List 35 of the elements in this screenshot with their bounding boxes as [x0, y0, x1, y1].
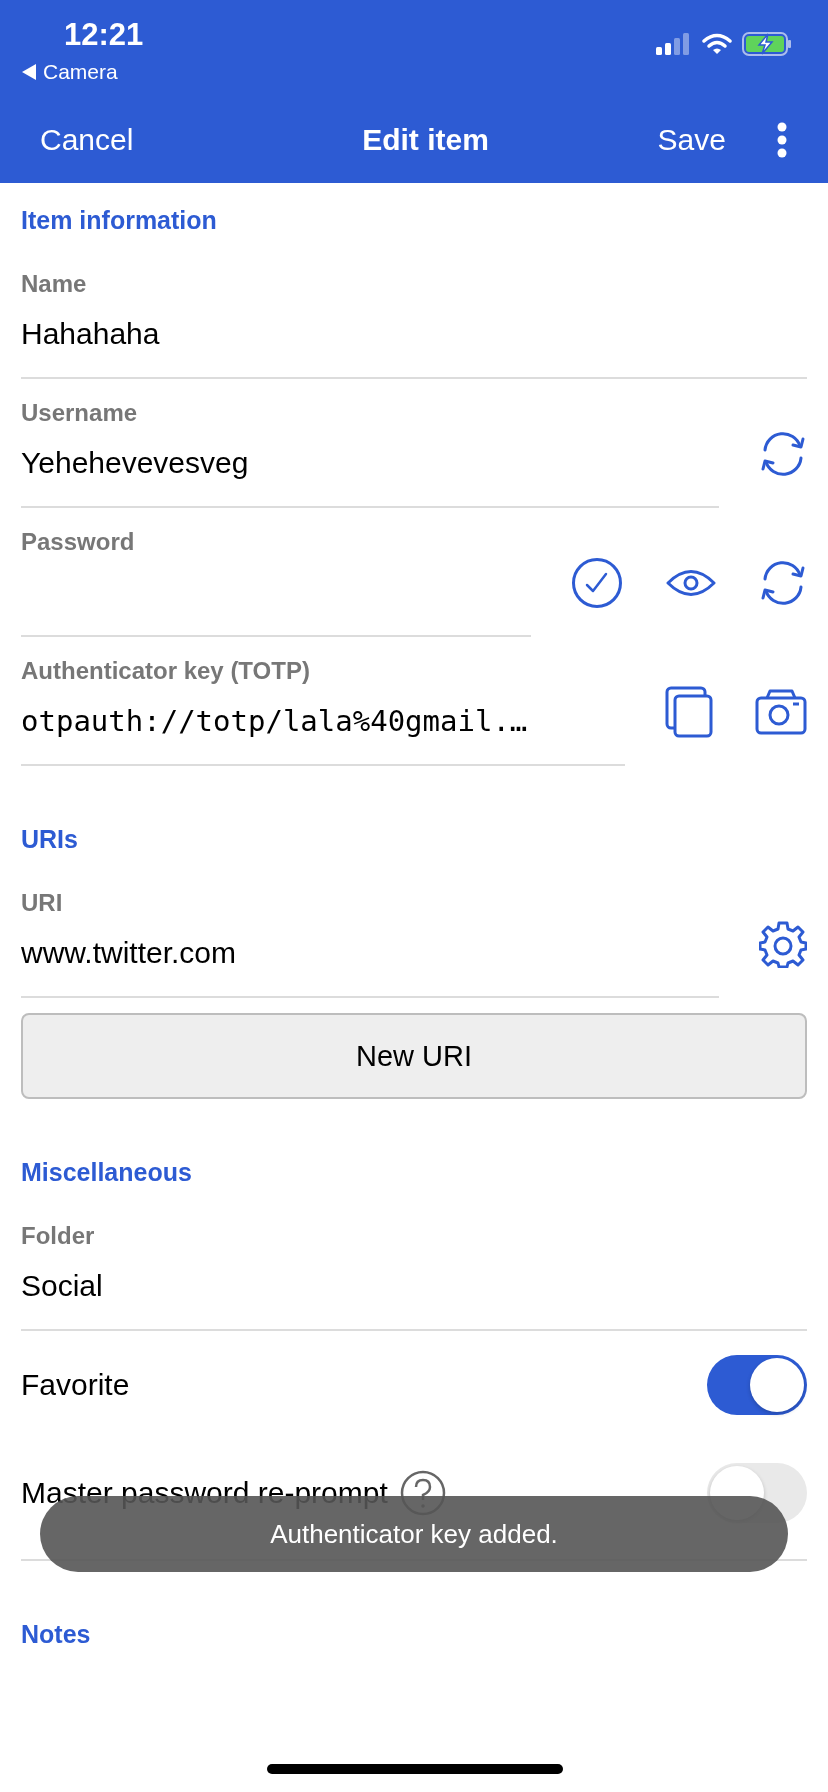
back-triangle-icon[interactable]	[22, 64, 36, 80]
input-field[interactable]: Yehehevevesveg	[21, 445, 719, 481]
field-label: Username	[21, 398, 139, 428]
field-label: Password	[21, 527, 136, 557]
regenerate-icon[interactable]	[759, 558, 807, 607]
field-label: Folder	[21, 1221, 96, 1251]
save-button[interactable]: Save	[657, 122, 726, 157]
more-options-icon[interactable]	[776, 121, 788, 158]
wifi-icon	[702, 33, 732, 55]
cancel-button[interactable]: Cancel	[40, 122, 134, 157]
section-heading: Miscellaneous	[21, 1157, 193, 1188]
new-uri-button[interactable]: New URI	[21, 1013, 807, 1099]
screen-title: Edit item	[361, 122, 490, 157]
settings-icon[interactable]	[759, 919, 807, 968]
toggle-switch[interactable]	[707, 1355, 807, 1415]
copy-icon[interactable]	[665, 685, 713, 738]
section-heading: Notes	[21, 1619, 92, 1650]
input-field[interactable]: otpauth://totp/lala%40gmail.…	[21, 703, 625, 739]
section-heading: URIs	[21, 824, 79, 855]
signal-icon	[656, 33, 692, 55]
field-label: Name	[21, 269, 88, 299]
check-circle-icon[interactable]	[571, 556, 623, 609]
eye-icon[interactable]	[665, 567, 717, 598]
regenerate-icon[interactable]	[759, 429, 807, 478]
clock-time: 12:21	[63, 16, 144, 54]
battery-icon	[742, 32, 792, 56]
back-to-app-link[interactable]: Camera	[43, 60, 118, 84]
setting-label: Favorite	[21, 1368, 130, 1402]
section-heading: Item information	[21, 205, 218, 236]
field-label: URI	[21, 888, 64, 918]
camera-icon[interactable]	[755, 688, 807, 735]
input-field[interactable]: www.twitter.com	[21, 935, 719, 971]
input-field[interactable]: Hahahaha	[21, 316, 807, 352]
field-label: Authenticator key (TOTP)	[21, 656, 311, 686]
input-field[interactable]: Social	[21, 1268, 807, 1304]
